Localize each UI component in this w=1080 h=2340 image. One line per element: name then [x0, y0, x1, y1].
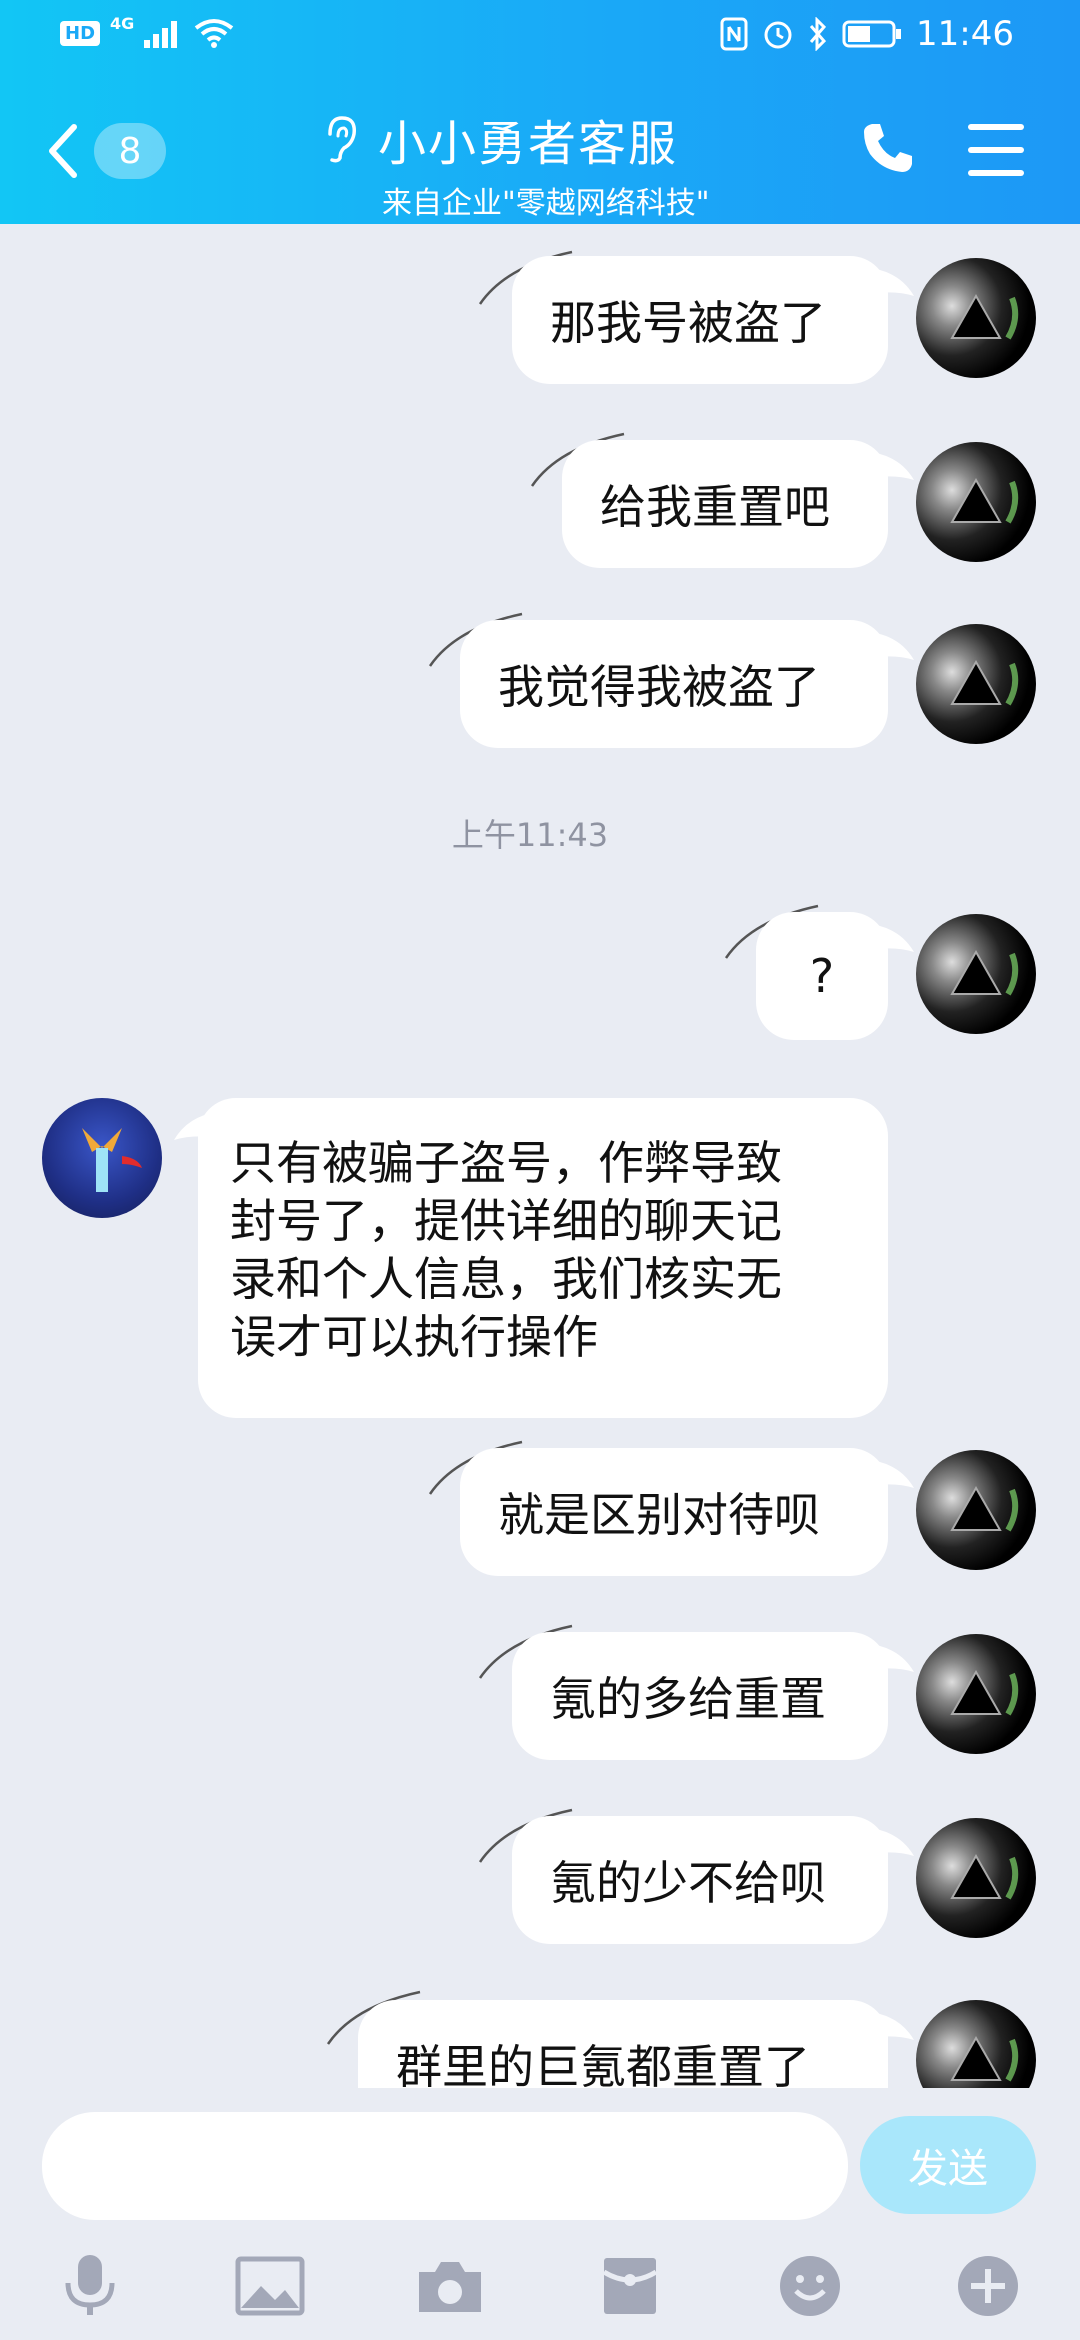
triangle-avatar-icon — [950, 293, 1019, 340]
menu-button[interactable] — [968, 124, 1024, 176]
send-button[interactable]: 发送 — [860, 2116, 1036, 2214]
wifi-icon — [195, 19, 234, 48]
image-icon — [235, 2256, 305, 2316]
triangle-avatar-icon — [950, 2035, 1019, 2082]
menu-line-icon — [968, 124, 1024, 130]
chat-title-area[interactable]: 小小勇者客服 来自企业"零越网络科技" — [320, 104, 780, 222]
triangle-avatar-icon — [950, 659, 1019, 706]
message-bubble[interactable]: 只有被骗子盗号，作弊导致 封号了，提供详细的聊天记 录和个人信息，我们核实无 误… — [174, 1098, 888, 1418]
triangle-avatar-icon — [950, 1485, 1019, 1532]
message-text: 就是区别对待呗 — [498, 1488, 820, 1542]
alarm-icon — [764, 21, 792, 49]
clock-time: 11:46 — [916, 14, 1014, 54]
more-button[interactable] — [948, 2248, 1028, 2324]
image-button[interactable] — [230, 2248, 310, 2324]
self-avatar[interactable] — [916, 914, 1036, 1034]
message-timestamp: 上午11:43 — [451, 816, 609, 854]
message-bubble[interactable]: 群里的巨氪都重置了 — [358, 2000, 914, 2088]
menu-line-icon — [968, 170, 1024, 176]
hd-indicator: HD — [60, 20, 101, 46]
self-avatar[interactable] — [916, 1818, 1036, 1938]
self-avatar[interactable] — [916, 258, 1036, 378]
bubble-tail-icon — [870, 632, 914, 660]
self-avatar[interactable] — [916, 442, 1036, 562]
message-input[interactable] — [42, 2112, 848, 2220]
message-line: 封号了，提供详细的聊天记 — [230, 1194, 782, 1248]
chevron-left-icon — [49, 124, 77, 178]
message-line: 录和个人信息，我们核实无 — [230, 1252, 782, 1306]
plus-icon — [958, 2256, 1018, 2316]
header-bar: HD 4G 11:46 8 小小勇者客服 来自企业"零越网络科技" — [0, 0, 1080, 224]
bubble-tail-icon — [870, 268, 914, 296]
message-bubble[interactable]: 氪的多给重置 — [512, 1632, 914, 1760]
menu-line-icon — [968, 147, 1024, 153]
emoji-button[interactable] — [770, 2248, 850, 2324]
message-bubble[interactable]: 给我重置吧 — [562, 440, 914, 568]
message-line: 误才可以执行操作 — [230, 1310, 598, 1364]
message-bubble[interactable]: 就是区别对待呗 — [460, 1448, 914, 1576]
red-packet-button[interactable] — [590, 2248, 670, 2324]
voice-button[interactable] — [50, 2248, 130, 2324]
triangle-avatar-icon — [950, 949, 1019, 996]
signal-icon — [144, 21, 178, 48]
message-bubble[interactable]: 氪的少不给呗 — [512, 1816, 914, 1944]
unread-count-badge: 8 — [94, 123, 166, 179]
message-text: ? — [809, 949, 835, 1003]
message-text: 氪的少不给呗 — [550, 1856, 826, 1910]
triangle-avatar-icon — [950, 1853, 1019, 1900]
battery-icon — [842, 20, 902, 48]
self-avatar[interactable] — [916, 1450, 1036, 1570]
message-text: 群里的巨氪都重置了 — [396, 2040, 810, 2088]
bubble-tail-icon — [870, 924, 914, 952]
chat-subtitle: 来自企业"零越网络科技" — [382, 186, 710, 221]
message-text: 氪的多给重置 — [550, 1672, 826, 1726]
network-type: 4G — [110, 13, 135, 33]
bubble-tail-icon — [870, 452, 914, 480]
bubble-tail-icon — [174, 1112, 218, 1140]
message-bubble[interactable]: ? — [756, 912, 914, 1040]
camera-icon — [419, 2262, 481, 2312]
status-bar: HD 4G 11:46 — [0, 0, 1080, 72]
bubble-tail-icon — [870, 1828, 914, 1856]
bubble-tail-icon — [870, 2012, 914, 2040]
composer-bar: 发送 — [0, 2088, 1080, 2340]
agent-avatar[interactable] — [42, 1098, 162, 1218]
nfc-icon — [720, 17, 748, 51]
bubble-tail-icon — [870, 1644, 914, 1672]
chat-title: 小小勇者客服 — [378, 116, 679, 172]
envelope-icon — [602, 2258, 658, 2314]
call-button[interactable] — [858, 118, 918, 182]
self-avatar[interactable] — [916, 1634, 1036, 1754]
self-avatar[interactable] — [916, 624, 1036, 744]
message-text: 我觉得我被盗了 — [498, 660, 820, 714]
camera-button[interactable] — [410, 2248, 490, 2324]
message-text: 给我重置吧 — [600, 480, 830, 534]
chat-messages[interactable]: 那我号被盗了 给我重置吧 我觉得我被盗了 上午11:43 ? 只有被骗子盗号，作… — [0, 224, 1080, 2088]
message-bubble[interactable]: 那我号被盗了 — [512, 256, 914, 384]
triangle-avatar-icon — [950, 477, 1019, 524]
smiley-icon — [780, 2256, 840, 2316]
message-bubble[interactable]: 我觉得我被盗了 — [460, 620, 914, 748]
triangle-avatar-icon — [950, 1669, 1019, 1716]
message-line: 只有被骗子盗号，作弊导致 — [230, 1136, 782, 1190]
sword-emblem-icon — [82, 1128, 142, 1192]
ear-icon — [328, 116, 356, 163]
phone-icon — [864, 124, 912, 172]
message-text: 那我号被盗了 — [550, 296, 826, 350]
composer-toolbar — [0, 2242, 1080, 2330]
bubble-tail-icon — [870, 1460, 914, 1488]
microphone-icon — [65, 2255, 115, 2315]
bluetooth-icon — [809, 17, 827, 51]
self-avatar[interactable] — [916, 2000, 1036, 2088]
back-button[interactable]: 8 — [46, 116, 176, 186]
